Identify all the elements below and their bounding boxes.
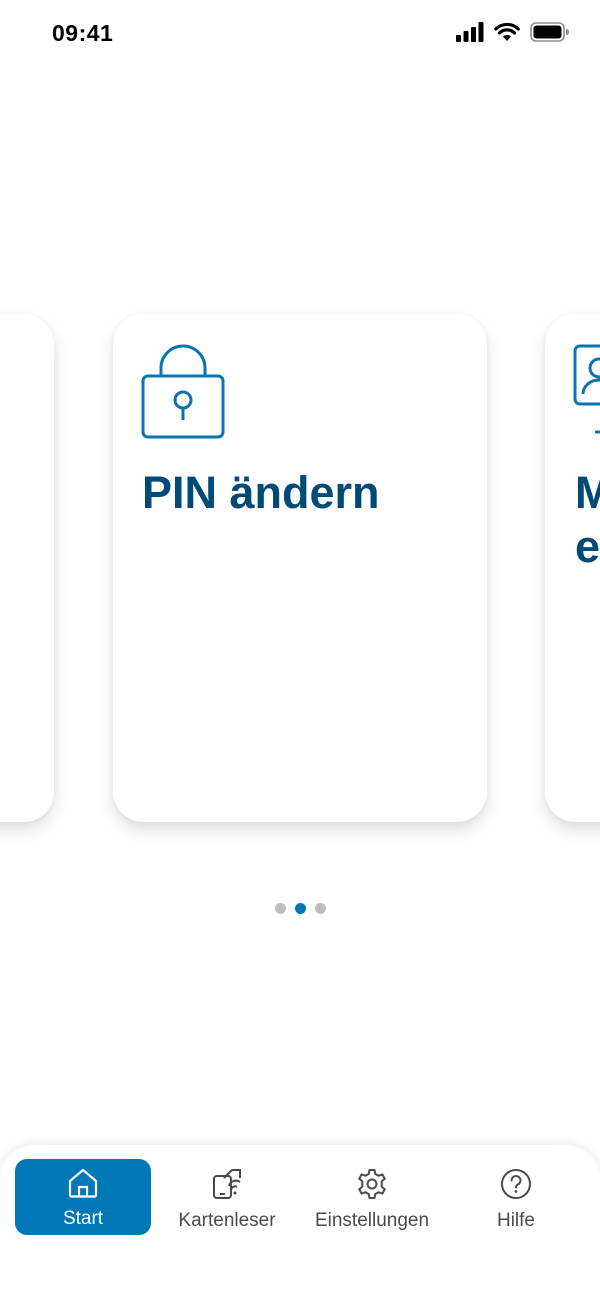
page-dot-1[interactable] xyxy=(274,903,286,914)
card-reader-icon xyxy=(211,1168,243,1205)
tab-start[interactable]: Start xyxy=(15,1159,151,1235)
wifi-icon xyxy=(494,22,520,47)
signal-icon xyxy=(456,22,484,47)
carousel-card-next[interactable]: M e xyxy=(545,314,600,822)
page-dot-2[interactable] xyxy=(294,903,306,914)
tab-start-label: Start xyxy=(62,1208,104,1229)
tab-settings[interactable]: Einstellungen xyxy=(304,1159,440,1235)
tab-settings-label: Einstellungen xyxy=(314,1210,430,1231)
page-dot-3[interactable] xyxy=(314,903,326,914)
carousel-card-change-pin[interactable]: PIN ändern xyxy=(113,314,487,822)
screen: 09:41 PIN ändern M e Start Kartenleser E… xyxy=(0,0,600,1299)
id-card-icon xyxy=(573,344,600,445)
tab-help-label: Hilfe xyxy=(496,1210,535,1231)
tab-card-reader-label: Kartenleser xyxy=(178,1210,276,1231)
lock-icon xyxy=(141,344,225,445)
tab-card-reader[interactable]: Kartenleser xyxy=(159,1159,295,1235)
status-bar: 09:41 xyxy=(0,0,600,66)
status-time: 09:41 xyxy=(52,20,114,46)
card-title: PIN ändern xyxy=(142,467,380,518)
tab-bar: Start Kartenleser Einstellungen Hilfe xyxy=(0,1145,600,1299)
carousel[interactable]: PIN ändern M e xyxy=(0,314,600,822)
status-icons xyxy=(456,22,570,47)
home-icon xyxy=(67,1168,99,1203)
page-indicator[interactable] xyxy=(0,903,600,914)
help-icon xyxy=(500,1168,532,1205)
card-title-next: M e xyxy=(575,467,600,572)
gear-icon xyxy=(356,1168,388,1205)
carousel-card-previous[interactable] xyxy=(0,314,54,822)
battery-icon xyxy=(530,22,570,47)
tab-help[interactable]: Hilfe xyxy=(448,1159,584,1235)
